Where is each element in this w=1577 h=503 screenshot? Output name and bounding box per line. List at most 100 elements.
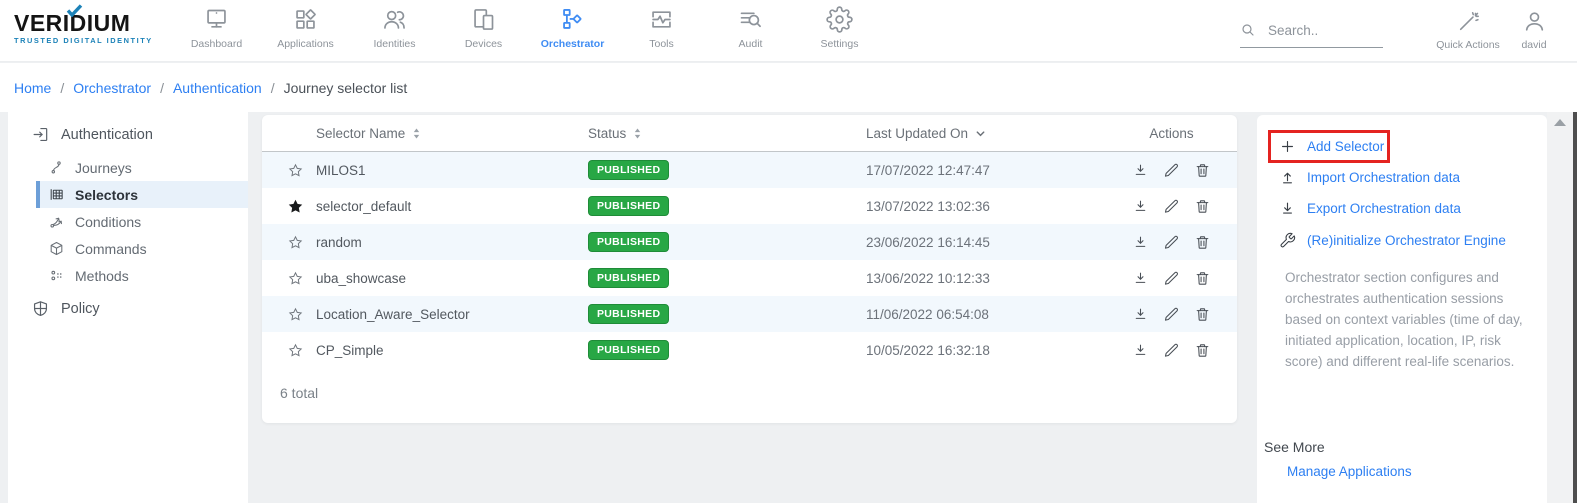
brand-logo[interactable]: VERIDIUM TRUSTED DIGITAL IDENTITY: [14, 11, 153, 45]
cube-icon: [48, 240, 65, 257]
nav-label: Applications: [277, 38, 334, 50]
plus-icon: [1279, 138, 1296, 155]
table-icon: [48, 186, 65, 203]
table-header: Selector Name Status Last Updated On Act…: [262, 115, 1237, 152]
last-updated: 13/07/2022 13:02:36: [866, 199, 1126, 214]
import-orchestration-button[interactable]: Import Orchestration data: [1279, 169, 1460, 186]
nav-item-identities[interactable]: Identities: [350, 6, 439, 50]
nav-item-orchestrator[interactable]: Orchestrator: [528, 6, 617, 50]
breadcrumb-link-home[interactable]: Home: [14, 80, 51, 96]
sidebar-section-authentication[interactable]: Authentication: [8, 112, 248, 154]
download-icon[interactable]: [1132, 162, 1149, 179]
column-header-last-updated[interactable]: Last Updated On: [866, 126, 1126, 141]
last-updated: 17/07/2022 12:47:47: [866, 163, 1126, 178]
delete-icon[interactable]: [1194, 306, 1211, 323]
nav-item-applications[interactable]: Applications: [261, 6, 350, 50]
download-icon[interactable]: [1132, 198, 1149, 215]
search-input[interactable]: [1268, 23, 1373, 38]
delete-icon[interactable]: [1194, 234, 1211, 251]
table-row[interactable]: MILOS1 PUBLISHED 17/07/2022 12:47:47: [262, 152, 1237, 188]
star-icon[interactable]: [287, 270, 304, 287]
edit-icon[interactable]: [1163, 234, 1180, 251]
download-icon[interactable]: [1132, 342, 1149, 359]
nav-item-devices[interactable]: Devices: [439, 6, 528, 50]
nav-item-settings[interactable]: Settings: [795, 6, 884, 50]
search-icon: [1240, 22, 1256, 38]
nav-label: Audit: [739, 38, 763, 50]
selector-table-card: Selector Name Status Last Updated On Act…: [262, 115, 1237, 423]
table-row[interactable]: random PUBLISHED 23/06/2022 16:14:45: [262, 224, 1237, 260]
column-label: Actions: [1149, 126, 1193, 141]
brand-name: VERIDIUM: [14, 11, 153, 35]
sidebar-item-journeys[interactable]: Journeys: [8, 154, 248, 181]
action-label: Export Orchestration data: [1307, 201, 1461, 216]
sidebar-item-label: Journeys: [75, 160, 132, 176]
delete-icon[interactable]: [1194, 162, 1211, 179]
download-icon[interactable]: [1132, 234, 1149, 251]
edit-icon[interactable]: [1163, 198, 1180, 215]
star-icon[interactable]: [287, 162, 304, 179]
table-row[interactable]: Location_Aware_Selector PUBLISHED 11/06/…: [262, 296, 1237, 332]
last-updated: 11/06/2022 06:54:08: [866, 307, 1126, 322]
check-icon: [66, 4, 83, 17]
nav-label: Dashboard: [191, 38, 242, 50]
search-box: [1240, 22, 1383, 48]
route-icon: [48, 159, 65, 176]
status-badge: PUBLISHED: [588, 196, 669, 217]
column-header-selector-name[interactable]: Selector Name: [316, 126, 588, 141]
nav-item-audit[interactable]: Audit: [706, 6, 795, 50]
breadcrumb-link-authentication[interactable]: Authentication: [173, 80, 262, 96]
arrow-down-icon: [1279, 200, 1296, 217]
reinitialize-engine-button[interactable]: (Re)initialize Orchestrator Engine: [1279, 232, 1506, 249]
star-icon[interactable]: [287, 342, 304, 359]
tools-icon: [648, 6, 675, 33]
applications-icon: [292, 6, 319, 33]
selector-name: selector_default: [316, 199, 588, 214]
edit-icon[interactable]: [1163, 270, 1180, 287]
sidebar-item-selectors[interactable]: Selectors: [36, 181, 248, 208]
panel-description: Orchestrator section configures and orch…: [1285, 267, 1539, 372]
sidebar-item-methods[interactable]: Methods: [8, 262, 248, 289]
breadcrumb-link-orchestrator[interactable]: Orchestrator: [73, 80, 151, 96]
star-icon[interactable]: [287, 198, 304, 215]
column-header-status[interactable]: Status: [588, 126, 866, 141]
download-icon[interactable]: [1132, 306, 1149, 323]
shield-icon: [31, 299, 50, 318]
table-row[interactable]: uba_showcase PUBLISHED 13/06/2022 10:12:…: [262, 260, 1237, 296]
window-edge: [1573, 112, 1577, 503]
quick-actions-button[interactable]: Quick Actions: [1431, 9, 1505, 51]
breadcrumb-separator: /: [60, 80, 64, 96]
edit-icon[interactable]: [1163, 306, 1180, 323]
edit-icon[interactable]: [1163, 162, 1180, 179]
login-icon: [31, 125, 50, 144]
vertical-scrollbar[interactable]: [1547, 112, 1573, 503]
column-header-actions: Actions: [1126, 126, 1237, 141]
arrow-up-icon: [1279, 169, 1296, 186]
manage-applications-link[interactable]: Manage Applications: [1287, 464, 1412, 479]
delete-icon[interactable]: [1194, 198, 1211, 215]
star-icon[interactable]: [287, 234, 304, 251]
table-row[interactable]: selector_default PUBLISHED 13/07/2022 13…: [262, 188, 1237, 224]
sidebar-item-commands[interactable]: Commands: [8, 235, 248, 262]
star-icon[interactable]: [287, 306, 304, 323]
sidebar-item-conditions[interactable]: Conditions: [8, 208, 248, 235]
nav-item-tools[interactable]: Tools: [617, 6, 706, 50]
edit-icon[interactable]: [1163, 342, 1180, 359]
export-orchestration-button[interactable]: Export Orchestration data: [1279, 200, 1461, 217]
scroll-up-arrow-icon[interactable]: [1554, 119, 1566, 126]
delete-icon[interactable]: [1194, 342, 1211, 359]
nav-label: Settings: [821, 38, 859, 50]
user-icon: [1522, 9, 1547, 34]
delete-icon[interactable]: [1194, 270, 1211, 287]
nav-item-dashboard[interactable]: Dashboard: [172, 6, 261, 50]
nav-label: Orchestrator: [541, 38, 605, 50]
add-selector-button[interactable]: Add Selector: [1279, 138, 1384, 155]
orchestrator-icon: [559, 6, 586, 33]
sidebar-section-policy[interactable]: Policy: [8, 289, 248, 328]
sidebar-section-label: Authentication: [61, 127, 153, 143]
breadcrumb-separator: /: [160, 80, 164, 96]
user-menu[interactable]: david: [1507, 9, 1561, 51]
download-icon[interactable]: [1132, 270, 1149, 287]
table-row[interactable]: CP_Simple PUBLISHED 10/05/2022 16:32:18: [262, 332, 1237, 368]
action-label: (Re)initialize Orchestrator Engine: [1307, 233, 1506, 248]
